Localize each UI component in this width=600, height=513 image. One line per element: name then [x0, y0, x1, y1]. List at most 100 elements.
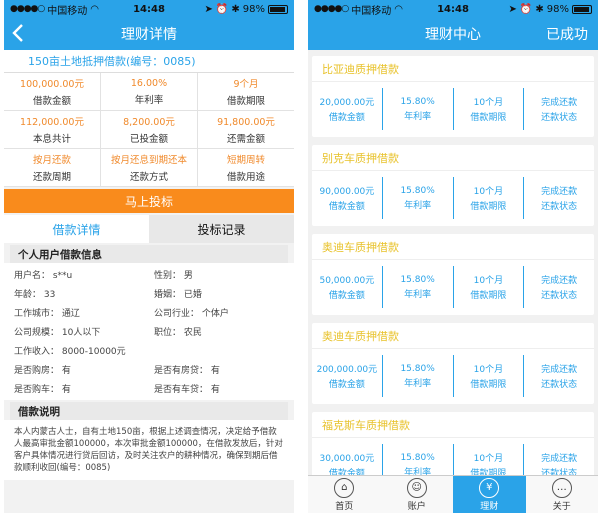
loan-detail-screen: ●●●●○ 中国移动 ◠ 14:48 ➤ ⏰ ✱ 98% 理财详情 150亩土地…	[4, 0, 294, 513]
rate-value: 15.80%	[400, 363, 435, 374]
term-label: 借款期限	[470, 202, 507, 212]
term-value: 10个月	[473, 365, 504, 375]
loan-card[interactable]: 奥迪车质押借款 200,000.00元 借款金额 15.80% 年利率 10个月 借款期限 完…	[312, 323, 594, 404]
rate-cell: 15.80% 年利率	[383, 355, 454, 397]
tab-label: 关于	[552, 501, 571, 512]
loan-card-title: 奥迪车质押借款	[312, 323, 594, 349]
amount-value: 30,000.00元	[319, 454, 375, 464]
stat-cell: 按月还款 还款周期	[4, 149, 101, 186]
tab-home[interactable]: ⌂ 首页	[308, 476, 381, 513]
loan-description: 本人内蒙古人士，自有土地150亩，根据上述调查情况，决定给予借款人最高审批金额1…	[4, 420, 294, 480]
chat-icon: …	[551, 477, 572, 498]
loan-card-grid: 20,000.00元 借款金额 15.80% 年利率 10个月 借款期限 完成还款 还款状态	[312, 82, 594, 136]
term-value: 10个月	[473, 454, 504, 464]
stat-label: 借款金额	[32, 96, 71, 107]
tab-finance[interactable]: ¥ 理财	[453, 476, 526, 513]
amount-value: 50,000.00元	[319, 276, 375, 286]
bottom-tab-bar: ⌂ 首页 ☺ 账户 ¥ 理财 … 关于	[308, 475, 598, 513]
info-field: 工作收入： 8000-10000元	[14, 347, 126, 357]
tab-bid-records[interactable]: 投标记录	[149, 215, 294, 243]
status-bar: ●●●●○ 中国移动 ◠ 14:48 ➤ ⏰ ✱ 98%	[308, 0, 598, 18]
loan-card[interactable]: 比亚迪质押借款 20,000.00元 借款金额 15.80% 年利率 10个月 借款期限 完成…	[312, 56, 594, 137]
amount-cell: 20,000.00元 借款金额	[312, 88, 383, 130]
status-value: 完成还款	[541, 98, 578, 108]
stat-cell: 按月还息到期还本 还款方式	[101, 149, 198, 186]
tab-label: 账户	[407, 501, 426, 512]
rate-value: 15.80%	[400, 452, 435, 463]
amount-cell: 50,000.00元 借款金额	[312, 266, 383, 308]
term-cell: 10个月借款期限	[454, 266, 525, 308]
page-title: 理财中心	[425, 27, 481, 43]
status-cell: 完成还款 还款状态	[524, 266, 594, 308]
info-section-title: 个人用户借款信息	[10, 245, 288, 263]
stat-value: 按月还款	[32, 155, 71, 166]
rate-cell: 15.80% 年利率	[383, 266, 454, 308]
rate-value: 15.80%	[400, 96, 435, 107]
info-field: 是否有车贷： 有	[154, 385, 220, 395]
loan-stats-grid: 100,000.00元 借款金额 16.00% 年利率 9个月 借款期限 112,00…	[4, 72, 294, 187]
amount-cell: 200,000.00元 借款金额	[312, 355, 383, 397]
amount-value: 90,000.00元	[319, 187, 375, 197]
tab-loan-details[interactable]: 借款详情	[4, 215, 149, 243]
stat-cell: 9个月 借款期限	[198, 73, 294, 110]
info-row: 是否购车： 有 是否有车贷： 有	[14, 379, 284, 398]
term-cell: 10个月 借款期限	[454, 355, 525, 397]
battery-icon	[572, 4, 592, 14]
finance-icon: ¥	[479, 477, 500, 498]
info-field: 性别： 男	[154, 271, 193, 281]
borrower-info: 用户名： s**u 性别： 男 年龄： 33 婚姻： 已婚 工作城市： 通辽 公司行业…	[4, 263, 294, 400]
term-label: 借款期限	[470, 291, 507, 301]
amount-cell: 90,000.00元 借款金额	[312, 177, 383, 219]
info-field: 公司规模： 10人以下	[14, 328, 101, 338]
rate-value: 15.80%	[400, 274, 435, 285]
info-row: 年龄： 33 婚姻： 已婚	[14, 284, 284, 303]
status-time: 14:48	[437, 3, 469, 15]
status-time: 14:48	[133, 3, 165, 15]
term-value: 10个月	[473, 98, 504, 108]
stat-label: 借款期限	[226, 96, 265, 107]
term-value: 10个月	[473, 276, 504, 286]
amount-label: 借款金额	[328, 202, 365, 212]
tab-account[interactable]: ☺ 账户	[381, 476, 454, 513]
loan-card-title: 奥迪车质押借款	[312, 234, 594, 260]
status-value: 完成还款	[541, 365, 578, 375]
status-bar: ●●●●○ 中国移动 ◠ 14:48 ➤ ⏰ ✱ 98%	[4, 0, 294, 18]
stat-label: 年利率	[134, 94, 164, 106]
info-field: 婚姻： 已婚	[154, 290, 202, 300]
detail-tabs: 借款详情 投标记录	[4, 215, 294, 243]
tab-chat[interactable]: … 关于	[526, 476, 599, 513]
loan-title: 150亩土地抵押借款(编号：0085)	[4, 50, 294, 72]
rate-label: 年利率	[404, 111, 432, 122]
nav-bar: 理财中心 已成功	[308, 18, 598, 50]
stat-value: 8,200.00元	[123, 117, 175, 128]
rate-value: 15.80%	[400, 185, 435, 196]
invest-now-button[interactable]: 马上投标	[4, 189, 294, 213]
completed-filter-button[interactable]: 已成功	[546, 24, 588, 44]
stats-row: 100,000.00元 借款金额 16.00% 年利率 9个月 借款期限	[4, 73, 294, 111]
loan-card-title: 比亚迪质押借款	[312, 56, 594, 82]
back-chevron-icon[interactable]	[12, 24, 30, 44]
info-field: 公司行业： 个体户	[154, 309, 229, 319]
term-cell: 10个月 借款期限	[454, 177, 525, 219]
battery-icon	[268, 4, 288, 14]
rate-label: 年利率	[404, 378, 432, 389]
stat-cell: 112,000.00元 本息共计	[4, 111, 101, 148]
loan-card[interactable]: 奥迪车质押借款 50,000.00元 借款金额 15.80% 年利率 10个月 借款期限 完成…	[312, 234, 594, 315]
info-field: 是否购房： 有	[14, 366, 71, 376]
loan-card-grid: 200,000.00元 借款金额 15.80% 年利率 10个月 借款期限 完成还款 还款状态	[312, 349, 594, 403]
rate-cell: 15.80% 年利率	[383, 88, 454, 130]
stat-value: 100,000.00元	[20, 79, 84, 90]
info-field: 年龄： 33	[14, 290, 56, 300]
account-icon: ☺	[406, 477, 427, 498]
loan-card[interactable]: 别克车质押借款 90,000.00元 借款金额 15.80% 年利率 10个月 借款期限 完成…	[312, 145, 594, 226]
info-row: 是否购房： 有 是否有房贷： 有	[14, 360, 284, 379]
stat-value: 91,800.00元	[217, 117, 275, 128]
stat-value: 16.00%	[130, 77, 168, 89]
tab-label: 首页	[335, 501, 354, 512]
nav-bar: 理财详情	[4, 18, 294, 50]
stat-cell: 100,000.00元 借款金额	[4, 73, 101, 110]
finance-center-screen: ●●●●○ 中国移动 ◠ 14:48 ➤ ⏰ ✱ 98% 理财中心 已成功 比亚…	[308, 0, 598, 513]
stat-cell: 91,800.00元 还需金额	[198, 111, 294, 148]
status-cell: 完成还款 还款状态	[524, 88, 594, 130]
description-title: 借款说明	[10, 402, 288, 420]
